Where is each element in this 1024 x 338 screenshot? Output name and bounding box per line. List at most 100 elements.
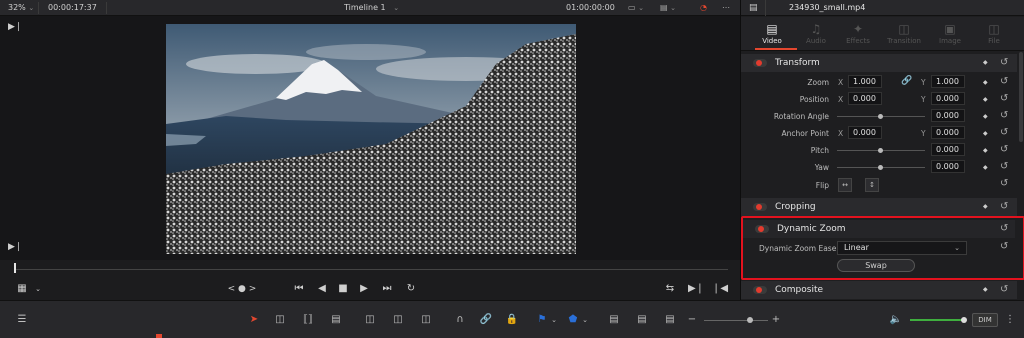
zoom-in-icon[interactable]: + [770, 312, 782, 328]
trim-tool-icon[interactable]: ◫ [270, 312, 290, 328]
volume-knob[interactable] [961, 317, 967, 323]
reset-icon[interactable]: ↺ [1000, 284, 1008, 295]
dynamic-zoom-section-header[interactable]: Dynamic Zoom ↺ [743, 220, 1015, 238]
reset-icon[interactable]: ↺ [1000, 76, 1008, 87]
reset-icon[interactable]: ↺ [1000, 223, 1008, 234]
mark-in-icon[interactable]: ▶❘ [8, 22, 22, 32]
dynamic-trim-icon[interactable]: ⟦⟧ [298, 312, 318, 328]
reset-icon[interactable]: ↺ [1000, 93, 1008, 104]
zoom-out-icon[interactable]: − [686, 312, 698, 328]
tab-image[interactable]: ▣ Image [927, 21, 973, 45]
position-y-field[interactable]: 0.000 [931, 92, 965, 105]
composite-section-header[interactable]: Composite ◆ ↺ [741, 281, 1017, 299]
reset-icon[interactable]: ↺ [1000, 161, 1008, 172]
selection-tool-icon[interactable]: ➤ [246, 312, 262, 328]
chevron-down-icon[interactable]: ⌄ [580, 312, 590, 328]
overwrite-clip-icon[interactable]: ◫ [388, 312, 408, 328]
tab-effects[interactable]: ✦ Effects [835, 21, 881, 45]
display-options-icon[interactable]: ▤ ⌄ [660, 0, 676, 16]
replace-clip-icon[interactable]: ◫ [416, 312, 436, 328]
timeline-zoom-slider[interactable] [704, 320, 768, 321]
volume-slider[interactable] [910, 319, 964, 321]
tab-file[interactable]: ◫ File [971, 21, 1017, 45]
transform-enable-toggle[interactable] [753, 59, 767, 67]
keyframe-diamond-icon[interactable]: ◆ [983, 203, 988, 210]
yaw-slider-knob[interactable] [878, 165, 883, 170]
more-options-icon[interactable]: ⋯ [722, 0, 730, 16]
insert-clip-icon[interactable]: ◫ [360, 312, 380, 328]
keyframe-diamond-icon[interactable]: ◆ [983, 164, 988, 171]
next-edit-icon[interactable]: ▶❘ [688, 281, 704, 297]
inspector-scrollbar[interactable] [1019, 52, 1023, 142]
speed-icon[interactable]: ◔ [700, 0, 707, 16]
transform-section-header[interactable]: Transform ◆ ↺ [741, 54, 1017, 72]
reset-icon[interactable]: ↺ [1000, 127, 1008, 138]
position-lock-icon[interactable]: 🔒 [504, 312, 520, 328]
reset-icon[interactable]: ↺ [1000, 201, 1008, 212]
keyframe-diamond-icon[interactable]: ◆ [983, 59, 988, 66]
more-options-icon[interactable]: ⋮ [1004, 312, 1016, 328]
anchor-x-field[interactable]: 0.000 [848, 126, 882, 139]
play-reverse-icon[interactable]: ◀ [314, 281, 330, 297]
keyframe-diamond-icon[interactable]: ◆ [983, 79, 988, 86]
yaw-field[interactable]: 0.000 [931, 160, 965, 173]
swap-button[interactable]: Swap [837, 259, 915, 272]
rotation-field[interactable]: 0.000 [931, 109, 965, 122]
rotation-slider-knob[interactable] [878, 114, 883, 119]
reset-icon[interactable]: ↺ [1000, 57, 1008, 68]
go-to-start-icon[interactable]: ⏮ [290, 281, 308, 297]
mark-out-icon[interactable]: ▶❘ [8, 242, 22, 252]
anchor-y-field[interactable]: 0.000 [931, 126, 965, 139]
timeline-selector[interactable]: Timeline 1 ⌄ [344, 0, 399, 16]
cropping-section-header[interactable]: Cropping ◆ ↺ [741, 198, 1017, 216]
pitch-field[interactable]: 0.000 [931, 143, 965, 156]
keyframe-diamond-icon[interactable]: ◆ [983, 96, 988, 103]
keyframe-diamond-icon[interactable]: ◆ [983, 113, 988, 120]
clip-view-icon[interactable]: ▦ [14, 281, 30, 297]
dynamic-zoom-enable-toggle[interactable] [755, 225, 769, 233]
keyframe-diamond-icon[interactable]: ◆ [983, 130, 988, 137]
prev-edit-icon[interactable]: ❘◀ [712, 281, 728, 297]
viewer-mode-icon[interactable]: ▭ ⌄ [628, 0, 644, 16]
zoom-level[interactable]: 32% ⌄ [8, 0, 34, 16]
go-to-end-icon[interactable]: ⏭ [378, 281, 396, 297]
marker-icon[interactable]: ⬟ [565, 312, 581, 328]
reset-icon[interactable]: ↺ [1000, 144, 1008, 155]
stop-icon[interactable]: ■ [335, 281, 351, 297]
dim-button[interactable]: DIM [972, 313, 998, 327]
scrubber-bar[interactable] [0, 260, 740, 278]
tab-video[interactable]: ▤ Video [749, 21, 795, 45]
jog-control[interactable]: < ● > [226, 281, 258, 297]
pitch-slider-knob[interactable] [878, 148, 883, 153]
volume-icon[interactable]: 🔈 [888, 312, 904, 328]
keyframe-diamond-icon[interactable]: ◆ [983, 147, 988, 154]
link-icon[interactable]: 🔗 [901, 76, 912, 86]
dynamic-zoom-ease-select[interactable]: Linear ⌄ [837, 241, 967, 255]
flag-icon[interactable]: ⚑ [534, 312, 550, 328]
scrubber-track[interactable] [16, 269, 728, 270]
play-icon[interactable]: ▶ [356, 281, 372, 297]
flip-horizontal-icon[interactable]: ↔ [838, 178, 852, 192]
chevron-down-icon[interactable]: ⌄ [549, 312, 559, 328]
zoom-y-field[interactable]: 1.000 [931, 75, 965, 88]
composite-enable-toggle[interactable] [753, 286, 767, 294]
timeline-options-icon[interactable]: ☰ [12, 312, 32, 328]
link-icon[interactable]: 🔗 [478, 312, 494, 328]
zoom-custom-icon[interactable]: ▤ [660, 312, 680, 328]
keyframe-diamond-icon[interactable]: ◆ [983, 286, 988, 293]
zoom-x-field[interactable]: 1.000 [848, 75, 882, 88]
tab-transition[interactable]: ◫ Transition [881, 21, 927, 45]
chevron-down-icon[interactable]: ⌄ [32, 281, 44, 297]
reset-icon[interactable]: ↺ [1000, 178, 1008, 189]
playhead[interactable] [14, 263, 16, 273]
inspector-toggle-icon[interactable]: ▤ [749, 3, 758, 13]
match-frame-icon[interactable]: ⇆ [662, 281, 678, 297]
zoom-detail-icon[interactable]: ▤ [632, 312, 652, 328]
timeline-zoom-knob[interactable] [747, 317, 753, 323]
flip-vertical-icon[interactable]: ↕ [865, 178, 879, 192]
position-x-field[interactable]: 0.000 [848, 92, 882, 105]
zoom-full-icon[interactable]: ▤ [604, 312, 624, 328]
cropping-enable-toggle[interactable] [753, 203, 767, 211]
blade-tool-icon[interactable]: ▤ [326, 312, 346, 328]
tab-audio[interactable]: ♫ Audio [793, 21, 839, 45]
